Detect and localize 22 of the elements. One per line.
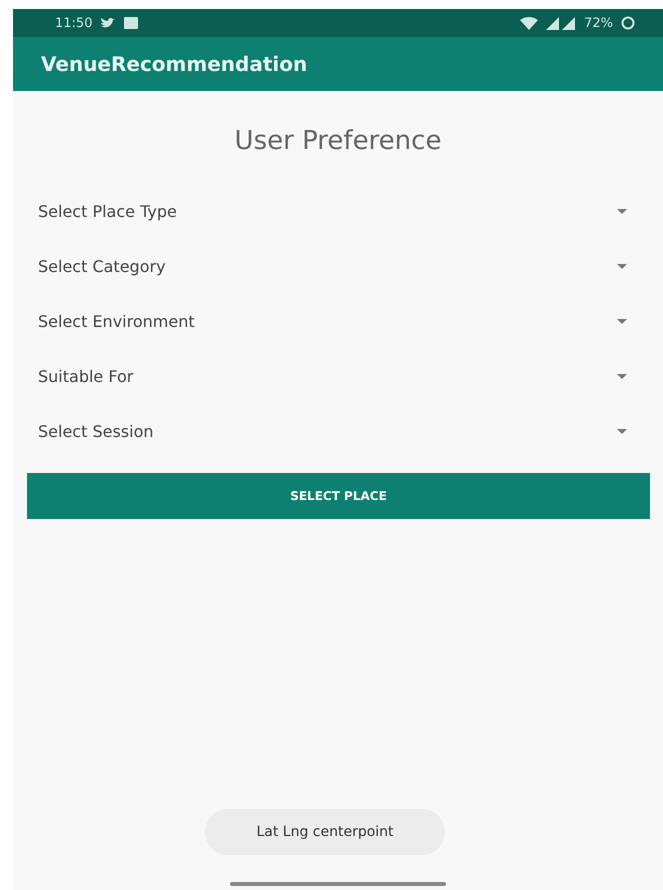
dropdown[interactable]: Select Category — [13, 239, 663, 294]
wifi-icon — [520, 16, 538, 30]
caret-icon — [617, 374, 627, 379]
dropdown[interactable]: Select Session — [13, 404, 663, 459]
caret-icon — [617, 209, 627, 214]
caret-icon — [617, 264, 627, 269]
signal-icon — [546, 16, 576, 30]
navigation-handle[interactable] — [230, 882, 446, 886]
dropdown[interactable]: Suitable For — [13, 349, 663, 404]
caret-icon — [617, 429, 627, 434]
app-title: VenueRecommendation — [41, 52, 308, 76]
select-place-button[interactable]: SELECT PLACE — [27, 473, 650, 519]
toast-message: Lat Lng centerpoint — [205, 809, 445, 855]
bird-icon — [100, 16, 116, 30]
status-time: 11:50 — [55, 16, 92, 30]
battery-icon — [621, 16, 635, 30]
dropdown[interactable]: Select Environment — [13, 294, 663, 349]
caret-icon — [617, 319, 627, 324]
battery-level: 72% — [584, 16, 613, 30]
page-heading: User Preference — [234, 126, 442, 156]
message-icon — [124, 17, 138, 29]
dropdown[interactable]: Select Place Type — [13, 184, 663, 239]
